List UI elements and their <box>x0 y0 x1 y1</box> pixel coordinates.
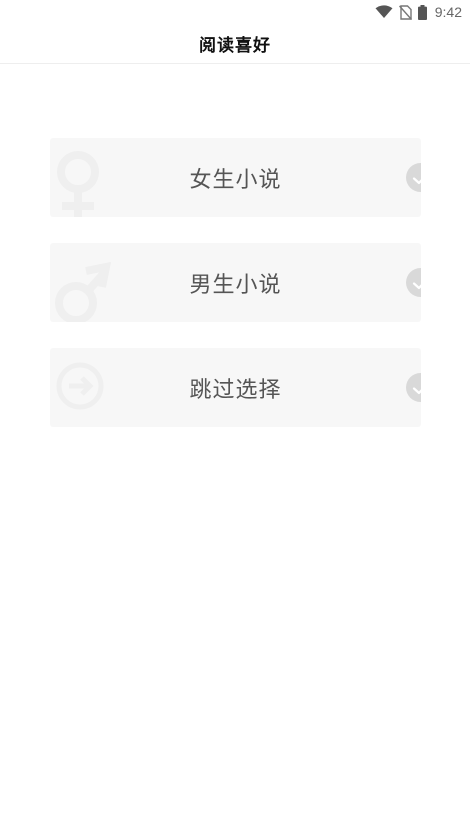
no-sim-icon <box>398 4 412 20</box>
option-label: 男生小说 <box>189 272 282 298</box>
option-label: 跳过选择 <box>189 377 282 403</box>
page-title: 阅读喜好 <box>199 36 271 56</box>
status-time: 9:42 <box>434 4 462 20</box>
header: 阅读喜好 <box>0 24 470 64</box>
wifi-icon <box>375 5 393 19</box>
screen: 9:42 阅读喜好 女生小说 男生小说 跳过选择 <box>0 0 470 835</box>
option-label: 女生小说 <box>189 167 282 193</box>
option-male-novels[interactable]: 男生小说 <box>50 243 421 322</box>
option-female-novels[interactable]: 女生小说 <box>50 138 421 217</box>
status-bar: 9:42 <box>0 0 470 24</box>
option-skip[interactable]: 跳过选择 <box>50 348 421 427</box>
battery-icon <box>417 4 427 20</box>
